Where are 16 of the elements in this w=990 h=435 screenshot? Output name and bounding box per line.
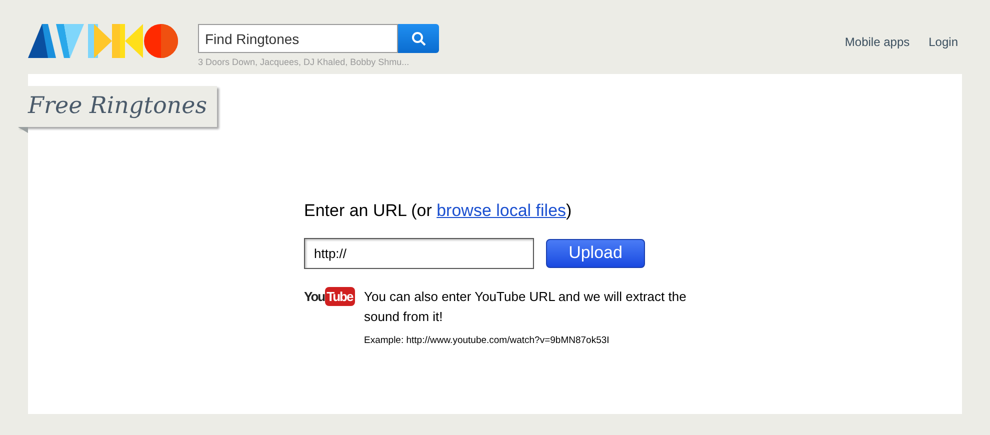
nav-link[interactable]: Mobile apps [844,33,910,51]
search-button[interactable] [398,24,439,53]
url-prompt: Enter an URL (or browse local files) [304,200,573,222]
nav-link[interactable]: Login [928,33,958,51]
youtube-example: Example: http://www.youtube.com/watch?v=9bMN87ok53I [364,334,610,348]
url-field[interactable]: http:// [304,238,534,268]
search-field[interactable]: Find Ringtones [198,24,398,53]
upload-button[interactable]: Upload [546,238,645,268]
youtube-logo: YouTube [304,286,356,306]
ribbon-fold [18,126,28,132]
logo[interactable] [28,24,178,58]
ribbon-banner: Free Ringtones [18,86,218,126]
browse-link[interactable]: browse local files [436,201,566,220]
search-icon [410,30,426,46]
search-suggestions: 3 Doors Down, Jacquees, DJ Khaled, Bobby Shmu... [198,56,410,69]
youtube-hint: You can also enter YouTube URL and we will extract the sound from it! [364,288,688,326]
